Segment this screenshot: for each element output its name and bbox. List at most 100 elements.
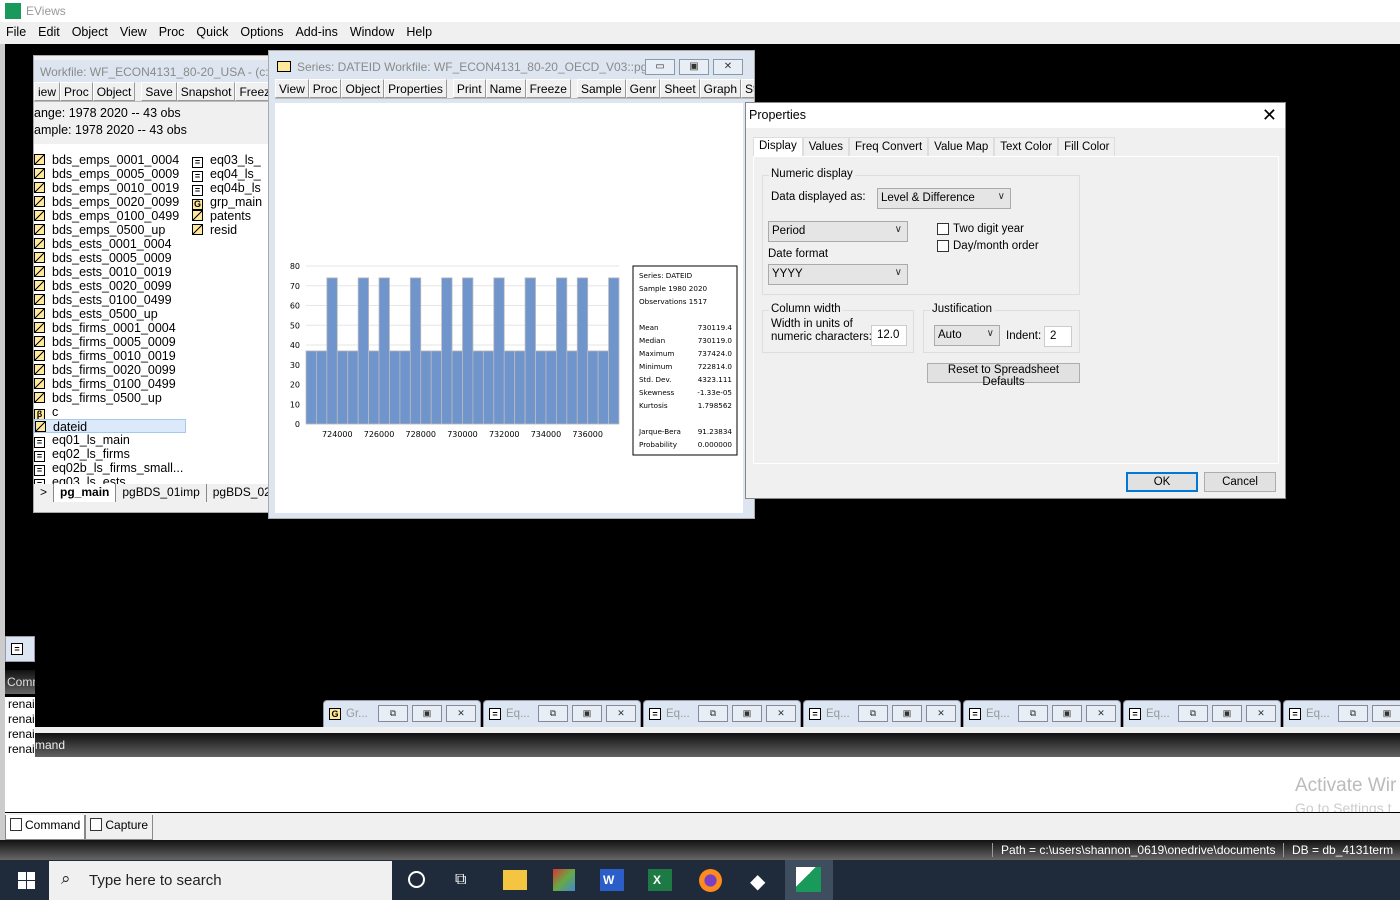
cortana-icon[interactable] [408, 871, 425, 888]
app-icon[interactable] [553, 869, 575, 891]
toolbar-snapshot-button[interactable]: Snapshot [176, 82, 236, 101]
excel-icon[interactable]: X [648, 869, 672, 891]
toolbar-proc-button[interactable]: Proc [60, 82, 93, 101]
toolbar-properties-button[interactable]: Properties [384, 79, 447, 98]
workfile-object[interactable]: dateid [34, 419, 186, 434]
restore-icon[interactable]: ⧉ [1018, 705, 1048, 722]
close-icon[interactable]: ✕ [1246, 705, 1276, 722]
data-displayed-select[interactable]: Level & Difference ∨ [877, 188, 1011, 209]
close-icon[interactable]: ✕ [606, 705, 636, 722]
workfile-object[interactable]: bds_emps_0100_0499 [34, 209, 179, 223]
page-scroll-button[interactable]: > [34, 484, 55, 502]
minimized-window[interactable]: =Eq...⧉▣✕ [1283, 700, 1400, 727]
restore-icon[interactable]: ⧉ [1338, 705, 1368, 722]
toolbar-proc-button[interactable]: Proc [308, 79, 342, 98]
menu-edit[interactable]: Edit [38, 25, 60, 44]
restore-button[interactable]: ▣ [679, 59, 709, 75]
page-tab[interactable]: pgBDS_01imp [116, 484, 207, 502]
menu-window[interactable]: Window [350, 25, 394, 44]
eviews-taskbar-button[interactable] [785, 860, 833, 900]
toolbar-object-button[interactable]: Object [92, 82, 136, 101]
workfile-object[interactable]: bds_firms_0005_0009 [34, 335, 176, 349]
workfile-object[interactable]: bds_ests_0500_up [34, 307, 158, 321]
close-icon[interactable]: ✕ [766, 705, 796, 722]
workfile-object[interactable]: = eq01_ls_main [34, 433, 130, 448]
maximize-icon[interactable]: ▣ [412, 705, 442, 722]
workfile-object[interactable]: patents [192, 209, 251, 223]
tab-display[interactable]: Display [753, 137, 803, 156]
workfile-object[interactable]: = eq02b_ls_firms_small... [34, 461, 183, 476]
tab-fill-color[interactable]: Fill Color [1058, 137, 1116, 156]
workfile-object[interactable]: βc [34, 405, 58, 420]
workfile-title[interactable]: Workfile: WF_ECON4131_80-20_USA - (c:\u [34, 60, 268, 82]
maximize-icon[interactable]: ▣ [1212, 705, 1242, 722]
toolbar-stats-button[interactable]: Stats [741, 79, 754, 98]
cancel-button[interactable]: Cancel [1204, 472, 1276, 492]
minimized-window[interactable]: = [5, 636, 35, 662]
tab-capture[interactable]: Capture [85, 815, 154, 840]
workfile-object[interactable]: bds_emps_0001_0004 [34, 153, 179, 167]
maximize-icon[interactable]: ▣ [1052, 705, 1082, 722]
close-icon[interactable]: ✕ [1086, 705, 1116, 722]
page-tab[interactable]: pg_main [54, 484, 117, 502]
workfile-object[interactable]: bds_firms_0010_0019 [34, 349, 176, 363]
restore-icon[interactable]: ⧉ [858, 705, 888, 722]
menu-help[interactable]: Help [406, 25, 432, 44]
workfile-object[interactable]: bds_ests_0001_0004 [34, 237, 172, 251]
workfile-object[interactable]: = eq04b_ls [192, 181, 261, 196]
windows-start-icon[interactable] [18, 872, 35, 889]
word-icon[interactable]: W [600, 869, 624, 891]
workfile-object[interactable]: bds_emps_0500_up [34, 223, 165, 237]
minimized-window[interactable]: =Eq...⧉▣✕ [1123, 700, 1281, 727]
minimized-window[interactable]: =Eq...⧉▣✕ [483, 700, 641, 727]
toolbar-iew-button[interactable]: iew [34, 82, 61, 101]
close-icon[interactable]: ✕ [926, 705, 956, 722]
reset-defaults-button[interactable]: Reset to Spreadsheet Defaults [927, 363, 1080, 388]
close-icon[interactable]: ✕ [1262, 105, 1277, 126]
tab-text-color[interactable]: Text Color [994, 137, 1059, 156]
maximize-icon[interactable]: ▣ [732, 705, 762, 722]
toolbar-name-button[interactable]: Name [485, 79, 526, 98]
toolbar-object-button[interactable]: Object [341, 79, 385, 98]
inkscape-icon[interactable]: ◆ [750, 869, 765, 894]
toolbar-genr-button[interactable]: Genr [625, 79, 661, 98]
restore-icon[interactable]: ⧉ [1178, 705, 1208, 722]
workfile-object[interactable]: bds_ests_0010_0019 [34, 265, 172, 279]
toolbar-print-button[interactable]: Print [452, 79, 486, 98]
date-format-select[interactable]: YYYY ∨ [768, 264, 908, 285]
workfile-object[interactable]: bds_firms_0020_0099 [34, 363, 176, 377]
toolbar-save-button[interactable]: Save [141, 82, 177, 101]
tab-command[interactable]: Command [5, 815, 86, 840]
close-icon[interactable]: ✕ [446, 705, 476, 722]
minimize-button[interactable]: ▭ [645, 59, 675, 75]
restore-icon[interactable]: ⧉ [378, 705, 408, 722]
menu-quick[interactable]: Quick [196, 25, 228, 44]
workfile-object[interactable]: Ggrp_main [192, 195, 262, 210]
workfile-object[interactable]: bds_ests_0005_0009 [34, 251, 172, 265]
firefox-icon[interactable] [699, 869, 722, 892]
workfile-object[interactable]: resid [192, 223, 237, 237]
workfile-object[interactable]: bds_emps_0020_0099 [34, 195, 179, 209]
toolbar-view-button[interactable]: View [275, 79, 309, 98]
two-digit-year-checkbox[interactable] [937, 223, 949, 235]
toolbar-freeze-button[interactable]: Freeze [235, 82, 268, 101]
file-explorer-icon[interactable] [503, 870, 527, 890]
tab-values[interactable]: Values [802, 137, 850, 156]
ok-button[interactable]: OK [1126, 472, 1198, 492]
minimized-window[interactable]: =Eq...⧉▣✕ [963, 700, 1121, 727]
workfile-object[interactable]: = eq04_ls_ [192, 167, 261, 182]
minimized-window[interactable]: G Gr... ⧉ ▣ ✕ [323, 700, 481, 727]
period-select[interactable]: Period ∨ [768, 221, 908, 242]
menu-add-ins[interactable]: Add-ins [295, 25, 337, 44]
minimized-window[interactable]: =Eq...⧉▣✕ [803, 700, 961, 727]
workfile-object[interactable]: bds_emps_0005_0009 [34, 167, 179, 181]
indent-input[interactable]: 2 [1044, 326, 1072, 347]
menu-object[interactable]: Object [72, 25, 108, 44]
workfile-object[interactable]: = eq02_ls_firms [34, 447, 130, 462]
maximize-icon[interactable]: ▣ [892, 705, 922, 722]
menu-view[interactable]: View [120, 25, 147, 44]
tab-value-map[interactable]: Value Map [928, 137, 995, 156]
workfile-object[interactable]: bds_firms_0001_0004 [34, 321, 176, 335]
toolbar-freeze-button[interactable]: Freeze [525, 79, 571, 98]
workfile-object[interactable]: bds_firms_0100_0499 [34, 377, 176, 391]
